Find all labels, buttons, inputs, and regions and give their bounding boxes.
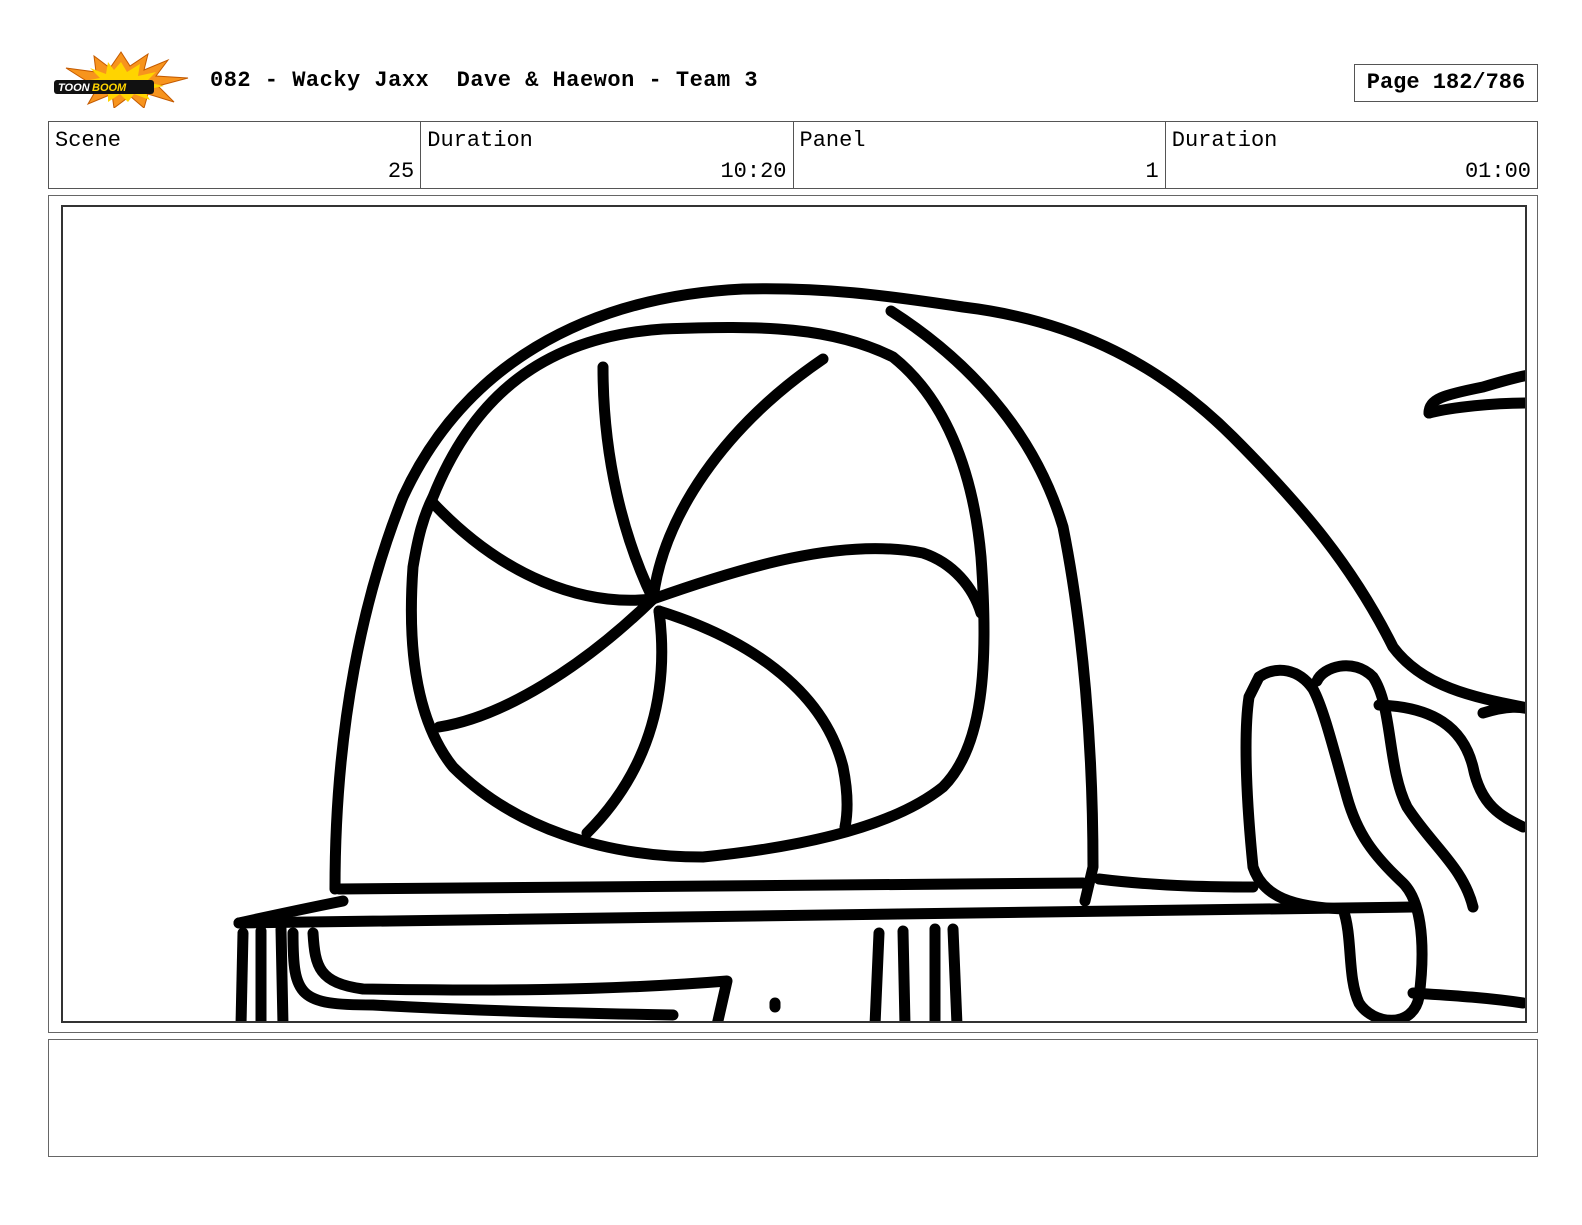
- scene-info-table: Scene 25 Duration 10:20 Panel 1 Duration…: [48, 121, 1538, 189]
- panel-label: Panel: [799, 128, 866, 153]
- panel-frame: [48, 195, 1538, 1033]
- svg-text:TOON: TOON: [58, 82, 91, 94]
- page-counter: Page 182/786: [1354, 64, 1538, 102]
- svg-text:BOOM: BOOM: [92, 82, 127, 94]
- panel-drawing: [61, 205, 1527, 1023]
- scene-duration-cell: Duration 10:20: [421, 122, 794, 188]
- panel-value: 1: [1145, 159, 1159, 184]
- scene-label: Scene: [55, 128, 122, 153]
- panel-notes: [48, 1039, 1538, 1157]
- panel-duration-value: 01:00: [1464, 159, 1531, 184]
- panel-duration-cell: Duration 01:00: [1166, 122, 1537, 188]
- scene-cell: Scene 25: [49, 122, 422, 188]
- panel-duration-label: Duration: [1171, 128, 1278, 153]
- scene-duration-label: Duration: [427, 128, 533, 153]
- scene-value: 25: [387, 159, 415, 184]
- fan-sketch-icon: [233, 283, 1525, 1021]
- panel-cell: Panel 1: [794, 122, 1166, 188]
- scene-duration-value: 10:20: [720, 159, 787, 184]
- storyboard-title: 082 - Wacky Jaxx Dave & Haewon - Team 3: [210, 68, 759, 93]
- toon-boom-logo-icon: TOON BOOM: [52, 50, 190, 109]
